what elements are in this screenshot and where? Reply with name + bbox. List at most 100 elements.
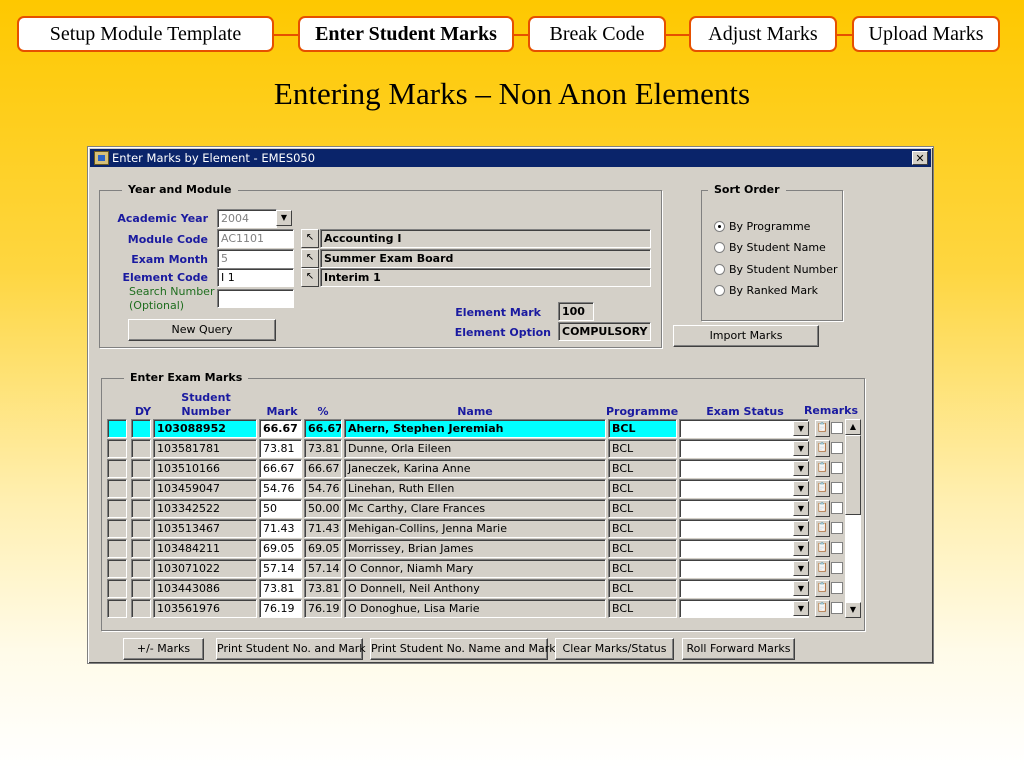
mark-input[interactable]: 66.67: [259, 419, 302, 438]
exam-status-select[interactable]: [679, 479, 809, 498]
exam-status-select[interactable]: [679, 559, 809, 578]
exam-status-select[interactable]: [679, 579, 809, 598]
chevron-down-icon[interactable]: ▼: [793, 561, 809, 576]
plus-minus-marks-button[interactable]: +/- Marks: [123, 638, 204, 660]
sort-by-programme[interactable]: By Programme: [714, 219, 810, 233]
academic-year-field[interactable]: 2004: [217, 209, 277, 228]
step-upload-marks[interactable]: Upload Marks: [852, 16, 1000, 52]
arrow-down-icon[interactable]: ▼: [845, 602, 861, 618]
clipboard-icon[interactable]: 📋: [815, 600, 830, 617]
arrow-up-icon[interactable]: ▲: [845, 419, 861, 435]
chevron-down-icon[interactable]: ▼: [793, 581, 809, 596]
academic-year-label: Academic Year: [117, 212, 208, 225]
remarks-checkbox[interactable]: [831, 502, 843, 514]
exam-status-select[interactable]: [679, 539, 809, 558]
row-selector[interactable]: [107, 479, 127, 498]
remarks-checkbox[interactable]: [831, 482, 843, 494]
sort-option-label: By Student Name: [729, 240, 826, 254]
row-selector[interactable]: [107, 539, 127, 558]
clipboard-icon[interactable]: 📋: [815, 480, 830, 497]
clipboard-icon[interactable]: 📋: [815, 420, 830, 437]
scroll-thumb[interactable]: [845, 435, 861, 515]
exam-status-select[interactable]: [679, 419, 809, 438]
sort-order-legend: Sort Order: [708, 183, 786, 196]
print-number-mark-button[interactable]: Print Student No. and Mark: [216, 638, 366, 660]
print-number-name-mark-button[interactable]: Print Student No. Name and Mark: [370, 638, 556, 660]
remarks-checkbox[interactable]: [831, 422, 843, 434]
remarks-checkbox[interactable]: [831, 442, 843, 454]
lov-arrow-icon[interactable]: ↖: [301, 268, 319, 287]
exam-status-select[interactable]: [679, 519, 809, 538]
chevron-down-icon[interactable]: ▼: [793, 501, 809, 516]
window-titlebar[interactable]: Enter Marks by Element - EMES050 ✕: [90, 149, 931, 167]
chevron-down-icon[interactable]: ▼: [276, 210, 292, 226]
row-selector[interactable]: [107, 439, 127, 458]
chevron-down-icon[interactable]: ▼: [793, 421, 809, 436]
sort-by-student-name[interactable]: By Student Name: [714, 240, 826, 254]
clipboard-icon[interactable]: 📋: [815, 540, 830, 557]
lov-arrow-icon[interactable]: ↖: [301, 229, 319, 248]
mark-input[interactable]: 50: [259, 499, 302, 518]
element-code-field[interactable]: I 1: [217, 268, 294, 287]
radio-icon[interactable]: [714, 220, 725, 232]
clipboard-icon[interactable]: 📋: [815, 580, 830, 597]
search-number-field[interactable]: [217, 289, 294, 308]
row-selector[interactable]: [107, 499, 127, 518]
row-selector[interactable]: [107, 559, 127, 578]
roll-forward-marks-button[interactable]: Roll Forward Marks: [682, 638, 795, 660]
sort-by-ranked-mark[interactable]: By Ranked Mark: [714, 283, 818, 297]
radio-icon[interactable]: [714, 284, 725, 296]
lov-arrow-icon[interactable]: ↖: [301, 249, 319, 268]
close-icon[interactable]: ✕: [912, 151, 928, 165]
module-code-field[interactable]: AC1101: [217, 229, 294, 248]
exam-month-field[interactable]: 5: [217, 249, 294, 268]
row-selector[interactable]: [107, 459, 127, 478]
mark-input[interactable]: 73.81: [259, 439, 302, 458]
grid-scrollbar[interactable]: ▲ ▼: [845, 419, 861, 618]
remarks-checkbox[interactable]: [831, 582, 843, 594]
row-selector[interactable]: [107, 599, 127, 618]
remarks-checkbox[interactable]: [831, 602, 843, 614]
radio-icon[interactable]: [714, 263, 725, 275]
remarks-checkbox[interactable]: [831, 562, 843, 574]
remarks-checkbox[interactable]: [831, 542, 843, 554]
mark-input[interactable]: 76.19: [259, 599, 302, 618]
clipboard-icon[interactable]: 📋: [815, 440, 830, 457]
clipboard-icon[interactable]: 📋: [815, 500, 830, 517]
row-selector[interactable]: [107, 519, 127, 538]
clear-marks-status-button[interactable]: Clear Marks/Status: [555, 638, 674, 660]
exam-status-select[interactable]: [679, 439, 809, 458]
exam-status-select[interactable]: [679, 459, 809, 478]
row-selector[interactable]: [107, 579, 127, 598]
clipboard-icon[interactable]: 📋: [815, 520, 830, 537]
exam-status-select[interactable]: [679, 499, 809, 518]
radio-icon[interactable]: [714, 241, 725, 253]
new-query-button[interactable]: New Query: [128, 319, 276, 341]
clipboard-icon[interactable]: 📋: [815, 460, 830, 477]
remarks-checkbox[interactable]: [831, 522, 843, 534]
chevron-down-icon[interactable]: ▼: [793, 481, 809, 496]
clipboard-icon[interactable]: 📋: [815, 560, 830, 577]
chevron-down-icon[interactable]: ▼: [793, 521, 809, 536]
chevron-down-icon[interactable]: ▼: [793, 461, 809, 476]
step-adjust-marks[interactable]: Adjust Marks: [689, 16, 837, 52]
mark-input[interactable]: 69.05: [259, 539, 302, 558]
percent-cell: 54.76: [304, 479, 342, 498]
mark-input[interactable]: 66.67: [259, 459, 302, 478]
sort-by-student-number[interactable]: By Student Number: [714, 262, 838, 276]
mark-input[interactable]: 57.14: [259, 559, 302, 578]
exam-status-select[interactable]: [679, 599, 809, 618]
step-break-code[interactable]: Break Code: [528, 16, 666, 52]
mark-input[interactable]: 73.81: [259, 579, 302, 598]
sort-option-label: By Student Number: [729, 262, 838, 276]
row-selector[interactable]: [107, 419, 127, 438]
remarks-checkbox[interactable]: [831, 462, 843, 474]
chevron-down-icon[interactable]: ▼: [793, 601, 809, 616]
mark-input[interactable]: 71.43: [259, 519, 302, 538]
step-setup-module-template[interactable]: Setup Module Template: [17, 16, 274, 52]
step-enter-student-marks[interactable]: Enter Student Marks: [298, 16, 514, 52]
mark-input[interactable]: 54.76: [259, 479, 302, 498]
import-marks-button[interactable]: Import Marks: [673, 325, 819, 347]
chevron-down-icon[interactable]: ▼: [793, 441, 809, 456]
chevron-down-icon[interactable]: ▼: [793, 541, 809, 556]
